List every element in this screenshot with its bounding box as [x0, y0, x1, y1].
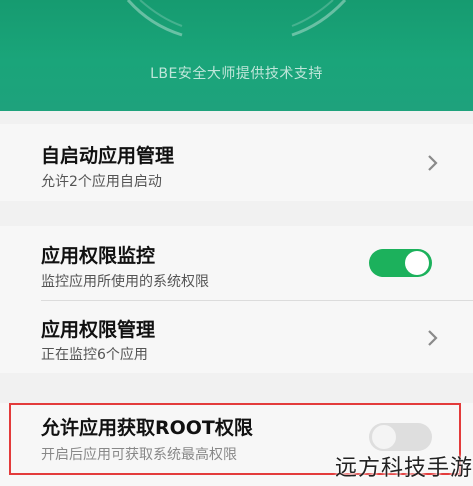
settings-row-permission-manage[interactable]: 应用权限管理 正在监控6个应用 [0, 301, 473, 373]
row-title: 应用权限监控 [41, 245, 156, 267]
row-title: 自启动应用管理 [41, 145, 175, 167]
toggle-knob [405, 251, 429, 275]
chevron-right-icon [428, 330, 438, 346]
watermark: 远方科技手游 [334, 456, 473, 481]
row-subtitle: 监控应用所使用的系统权限 [41, 274, 209, 290]
shield-graphic-icon [126, 0, 347, 37]
header-banner: LBE安全大师提供技术支持 [0, 0, 473, 111]
row-title: 应用权限管理 [41, 319, 156, 341]
section-gap [0, 111, 473, 124]
root-permission-toggle[interactable] [369, 423, 432, 451]
row-title: 允许应用获取ROOT权限 [41, 417, 253, 439]
section-gap [0, 373, 473, 403]
settings-row-autostart[interactable]: 自启动应用管理 允许2个应用自启动 [0, 124, 473, 201]
row-subtitle: 开启后应用可获取系统最高权限 [41, 447, 237, 463]
row-subtitle: 允许2个应用自启动 [41, 174, 162, 190]
permission-monitor-toggle[interactable] [369, 249, 432, 277]
section-gap [0, 201, 473, 226]
toggle-knob [372, 425, 396, 449]
chevron-right-icon [428, 155, 438, 171]
row-subtitle: 正在监控6个应用 [41, 347, 148, 363]
support-text: LBE安全大师提供技术支持 [150, 66, 323, 82]
settings-row-permission-monitor[interactable]: 应用权限监控 监控应用所使用的系统权限 [0, 226, 473, 301]
